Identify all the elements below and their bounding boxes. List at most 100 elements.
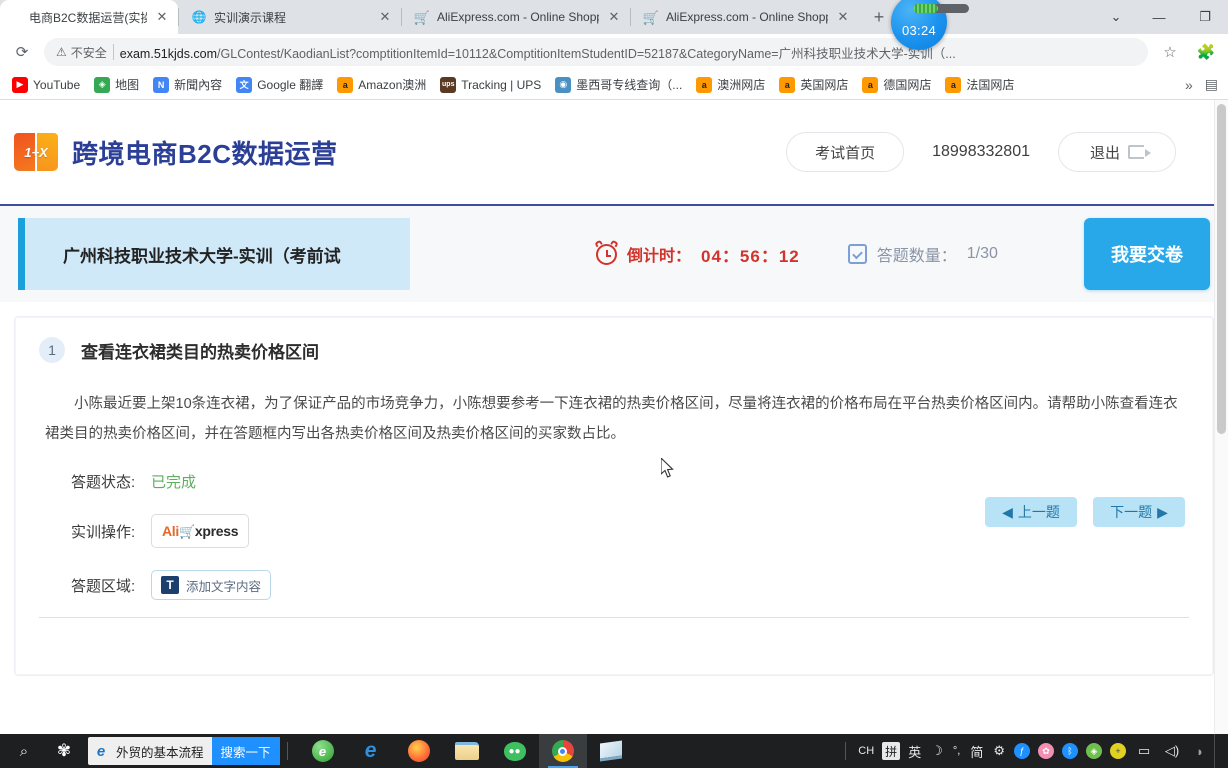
question-card: 1 查看连衣裙类目的热卖价格区间 小陈最近要上架10条连衣裙，为了保证产品的市场… — [14, 316, 1214, 676]
tab-search-chevron-icon[interactable]: ⌄ — [1096, 0, 1136, 34]
exam-home-button[interactable]: 考试首页 — [786, 132, 904, 172]
sakura-icon[interactable]: ✿ — [1038, 743, 1054, 759]
address-bar[interactable]: ⚠ 不安全 exam.51kjds.com/GLContest/KaodianL… — [44, 38, 1148, 66]
bookmark-youtube[interactable]: ▶YouTube — [6, 74, 86, 96]
answered-value: 1/30 — [967, 245, 998, 263]
bookmark-label: 德国网店 — [883, 76, 931, 93]
bookmark-amazon-au[interactable]: aAmazon澳洲 — [331, 73, 432, 96]
browser-tab-strip: 电商B2C数据运营(实操)考点 ✕ 🌐 实训演示课程 ✕ 🛒 AliExpres… — [0, 0, 1228, 34]
bookmark-label: 地图 — [115, 76, 139, 93]
windows-taskbar: ⌕ ✾ e 外贸的基本流程 搜索一下 e e ●● CH 拼 英 ☽ °, 简 … — [0, 734, 1228, 768]
taskbar-search-box[interactable]: e 外贸的基本流程 搜索一下 — [88, 737, 280, 765]
add-icon[interactable]: + — [1110, 743, 1126, 759]
internet-explorer-icon[interactable]: e — [347, 734, 395, 768]
tab-close-icon[interactable]: ✕ — [606, 9, 622, 25]
file-explorer-icon[interactable] — [443, 734, 491, 768]
ime-lang-indicator[interactable]: CH — [853, 734, 879, 768]
submit-exam-button[interactable]: 我要交卷 — [1084, 218, 1210, 290]
bookmark-fr-store[interactable]: a法国网店 — [939, 73, 1020, 96]
taskbar-search-go-button[interactable]: 搜索一下 — [212, 737, 280, 765]
battery-icon[interactable]: ▭ — [1134, 743, 1154, 759]
system-tray: CH 拼 英 ☽ °, 简 ⚙ ƒ ✿ ᛒ ◈ + ▭ ◁) ◗ — [838, 734, 1224, 768]
site-title: 跨境电商B2C数据运营 — [72, 134, 338, 171]
reading-list-icon[interactable]: ▤ — [1205, 76, 1218, 93]
ime-english-icon[interactable]: 英 — [903, 734, 926, 768]
maximize-button[interactable]: ❐ — [1182, 1, 1228, 33]
flash-icon[interactable]: ƒ — [1014, 743, 1030, 759]
shield-icon[interactable]: ◈ — [1086, 743, 1102, 759]
browser-tab-2[interactable]: 🌐 实训演示课程 ✕ — [179, 0, 401, 34]
browser-tab-3[interactable]: 🛒 AliExpress.com - Online Shopp ✕ — [402, 0, 630, 34]
volume-icon[interactable]: ◁) — [1162, 743, 1182, 759]
browser-tab-4[interactable]: 🛒 AliExpress.com - Online Shopp ✕ — [631, 0, 859, 34]
next-question-button[interactable]: 下一题 ▶ — [1093, 497, 1185, 527]
search-icon[interactable]: ⌕ — [4, 734, 44, 768]
youtube-icon: ▶ — [12, 77, 28, 93]
globe-icon: 🌐 — [191, 9, 207, 25]
show-desktop-button[interactable] — [1214, 734, 1220, 768]
logout-button[interactable]: 退出 — [1058, 132, 1176, 172]
question-title: 查看连衣裙类目的热卖价格区间 — [81, 338, 319, 363]
firefox-icon[interactable] — [395, 734, 443, 768]
new-tab-button[interactable]: + — [865, 3, 893, 31]
cortana-icon[interactable]: ✾ — [44, 734, 84, 768]
minimize-button[interactable]: — — [1136, 1, 1182, 33]
logo-text: 1+X — [14, 133, 58, 171]
timer-progress-bar — [913, 4, 969, 13]
next-question-label: 下一题 — [1110, 502, 1152, 522]
chrome-icon[interactable] — [539, 734, 587, 768]
360-browser-icon[interactable]: e — [299, 734, 347, 768]
site-header: 1+X 跨境电商B2C数据运营 考试首页 18998332801 退出 — [0, 100, 1228, 206]
translate-icon: 文 — [236, 77, 252, 93]
ime-simplified-icon[interactable]: 简 — [965, 734, 988, 768]
wechat-icon[interactable]: ●● — [491, 734, 539, 768]
answer-status-label: 答题状态: — [71, 471, 151, 492]
extensions-icon[interactable]: 🧩 — [1192, 38, 1220, 66]
bookmark-uk-store[interactable]: a英国网店 — [773, 73, 854, 96]
tab-close-icon[interactable]: ✕ — [154, 9, 170, 25]
tab-title: 实训演示课程 — [214, 9, 370, 26]
bookmark-ups-tracking[interactable]: ups Tracking | UPS — [434, 74, 547, 96]
bookmark-mexico-line[interactable]: ◉墨西哥专线查询（... — [549, 73, 688, 96]
notepad-icon[interactable] — [587, 734, 635, 768]
ime-punctuation-icon[interactable]: °, — [948, 734, 965, 768]
bookmark-star-icon[interactable]: ☆ — [1156, 38, 1184, 66]
tab-close-icon[interactable]: ✕ — [835, 9, 851, 25]
bookmarks-overflow-icon[interactable]: » — [1181, 77, 1197, 93]
aliexpress-logo-icon: Ali🛒xpress — [162, 523, 238, 540]
amazon-icon: a — [945, 77, 961, 93]
add-text-content-label: 添加文字内容 — [186, 576, 261, 595]
ups-icon: ups — [440, 77, 456, 93]
countdown-label: 倒计时： — [627, 242, 691, 266]
bookmark-au-store[interactable]: a澳洲网店 — [690, 73, 771, 96]
browser-tab-1[interactable]: 电商B2C数据运营(实操)考点 ✕ — [0, 0, 178, 34]
add-text-content-button[interactable]: T 添加文字内容 — [151, 570, 271, 600]
ime-settings-gear-icon[interactable]: ⚙ — [988, 734, 1010, 768]
logout-label: 退出 — [1090, 142, 1120, 163]
prev-arrow-icon: ◀ — [1002, 504, 1013, 521]
ime-pinyin-icon[interactable]: 拼 — [882, 742, 900, 760]
answer-status-value: 已完成 — [151, 471, 196, 492]
bookmark-de-store[interactable]: a德国网店 — [856, 73, 937, 96]
browser-toolbar: ⟳ ⚠ 不安全 exam.51kjds.com/GLContest/Kaodia… — [0, 34, 1228, 70]
bookmarks-bar: ▶YouTube ◈地图 N新聞內容 文Google 翻譯 aAmazon澳洲 … — [0, 70, 1228, 100]
amazon-icon: a — [696, 77, 712, 93]
tray-divider — [845, 742, 846, 760]
wifi-icon[interactable]: ◗ — [1190, 743, 1210, 759]
prev-question-button[interactable]: ◀ 上一题 — [985, 497, 1077, 527]
aliexpress-launch-button[interactable]: Ali🛒xpress — [151, 514, 249, 548]
ime-moon-icon[interactable]: ☽ — [926, 734, 948, 768]
bookmark-maps[interactable]: ◈地图 — [88, 73, 145, 96]
logout-icon — [1128, 145, 1144, 159]
bluetooth-icon[interactable]: ᛒ — [1062, 743, 1078, 759]
reload-icon[interactable]: ⟳ — [8, 38, 36, 66]
question-divider — [39, 617, 1189, 618]
page-scrollbar-thumb[interactable] — [1217, 104, 1226, 434]
taskbar-search-query: 外贸的基本流程 — [114, 742, 212, 761]
bookmark-news[interactable]: N新聞內容 — [147, 73, 228, 96]
security-warning[interactable]: ⚠ 不安全 — [56, 44, 107, 61]
bookmark-google-translate[interactable]: 文Google 翻譯 — [230, 73, 329, 96]
bookmark-label: Tracking | UPS — [461, 78, 541, 92]
tab-close-icon[interactable]: ✕ — [377, 9, 393, 25]
text-tool-icon: T — [161, 576, 179, 594]
